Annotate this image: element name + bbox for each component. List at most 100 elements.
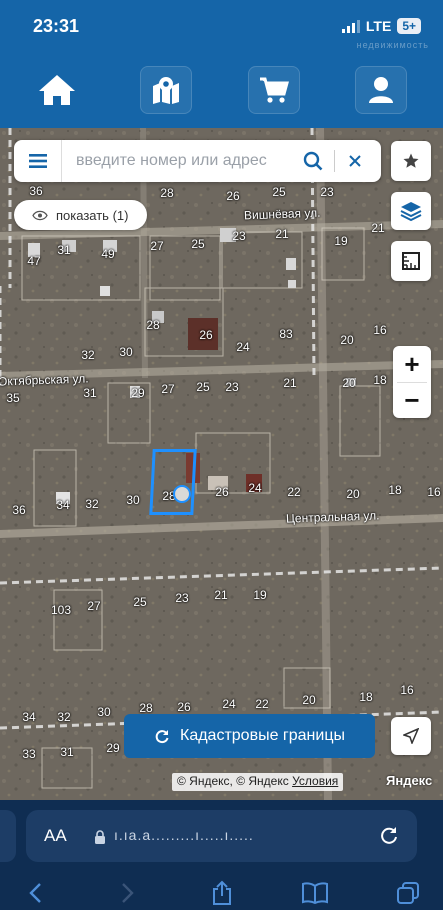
search-button[interactable] xyxy=(300,148,326,174)
plot-number[interactable]: 27 xyxy=(87,599,100,613)
profile-button[interactable] xyxy=(355,66,407,114)
plot-number[interactable]: 83 xyxy=(279,327,292,341)
plot-number[interactable]: 30 xyxy=(119,345,132,359)
share-button[interactable] xyxy=(207,878,237,908)
map-view[interactable]: Вишнёвая ул. Октябрьская ул. Центральная… xyxy=(0,128,443,800)
layers-button[interactable] xyxy=(391,192,431,230)
watermark: недвижимость xyxy=(356,40,429,50)
zoom-controls: + − xyxy=(393,346,431,418)
reader-settings-button[interactable]: AA xyxy=(44,826,67,846)
plot-number[interactable]: 18 xyxy=(359,690,372,704)
tabs-icon xyxy=(397,882,419,904)
plot-number[interactable]: 24 xyxy=(236,340,249,354)
ruler-button[interactable] xyxy=(391,241,431,281)
plot-number[interactable]: 34 xyxy=(56,498,69,512)
plot-number[interactable]: 36 xyxy=(12,503,25,517)
selected-plot-marker[interactable] xyxy=(173,485,191,503)
plot-number[interactable]: 20 xyxy=(346,487,359,501)
star-icon xyxy=(403,153,419,168)
plot-number[interactable]: 21 xyxy=(214,588,227,602)
plot-number[interactable]: 28 xyxy=(139,701,152,715)
app-header xyxy=(0,56,443,128)
plot-number[interactable]: 31 xyxy=(83,386,96,400)
plot-number[interactable]: 26 xyxy=(215,485,228,499)
navigation-arrow-icon xyxy=(403,728,419,744)
reload-icon[interactable] xyxy=(378,824,400,846)
plot-number[interactable]: 20 xyxy=(302,693,315,707)
cart-button[interactable] xyxy=(248,66,300,114)
locate-button[interactable] xyxy=(391,717,431,755)
bookmarks-button[interactable] xyxy=(300,878,330,908)
address-bar[interactable]: AA ı.ıа.а.........ı.....ı..... xyxy=(26,810,417,862)
plot-number[interactable]: 16 xyxy=(400,683,413,697)
plot-number[interactable]: 28 xyxy=(160,186,173,200)
selected-plot-outline[interactable] xyxy=(149,449,197,515)
plot-number[interactable]: 29 xyxy=(131,386,144,400)
plot-number[interactable]: 32 xyxy=(81,348,94,362)
plot-number[interactable]: 26 xyxy=(226,189,239,203)
plot-number[interactable]: 23 xyxy=(175,591,188,605)
plot-number[interactable]: 19 xyxy=(253,588,266,602)
plot-number[interactable]: 30 xyxy=(126,493,139,507)
zoom-out-button[interactable]: − xyxy=(393,382,431,418)
plot-number[interactable]: 32 xyxy=(85,497,98,511)
forward-button[interactable] xyxy=(113,878,143,908)
plot-number[interactable]: 33 xyxy=(22,747,35,761)
plot-number[interactable]: 25 xyxy=(272,185,285,199)
cadastral-boundaries-button[interactable]: Кадастровые границы xyxy=(124,714,375,758)
plot-number[interactable]: 25 xyxy=(191,237,204,251)
clear-button[interactable] xyxy=(341,148,369,174)
back-button[interactable] xyxy=(20,878,50,908)
plot-number[interactable]: 23 xyxy=(225,380,238,394)
plot-number[interactable]: 29 xyxy=(106,741,119,755)
plot-number[interactable]: 34 xyxy=(22,710,35,724)
plot-number[interactable]: 26 xyxy=(177,700,190,714)
map-pin-icon xyxy=(153,77,179,104)
plot-number[interactable]: 26 xyxy=(199,328,212,342)
plot-number[interactable]: 23 xyxy=(320,185,333,199)
previous-tab-preview[interactable] xyxy=(0,810,16,862)
plot-number[interactable]: 25 xyxy=(133,595,146,609)
tabs-button[interactable] xyxy=(393,878,423,908)
plot-number[interactable]: 16 xyxy=(427,485,440,499)
home-icon xyxy=(39,75,75,105)
plot-number[interactable]: 27 xyxy=(161,382,174,396)
plot-number[interactable]: 21 xyxy=(283,376,296,390)
plot-number[interactable]: 24 xyxy=(222,697,235,711)
plot-number[interactable]: 20 xyxy=(340,333,353,347)
favorites-button[interactable] xyxy=(391,141,431,181)
attribution-text: © Яндекс, © Яндекс xyxy=(177,774,293,788)
show-filter-button[interactable]: показать (1) xyxy=(14,200,147,230)
plot-number[interactable]: 103 xyxy=(51,603,71,617)
plot-number[interactable]: 16 xyxy=(373,323,386,337)
plot-number[interactable]: 22 xyxy=(287,485,300,499)
plot-number[interactable]: 35 xyxy=(6,391,19,405)
plot-number[interactable]: 30 xyxy=(97,705,110,719)
terms-link[interactable]: Условия xyxy=(292,774,338,788)
plot-number[interactable]: 18 xyxy=(388,483,401,497)
plot-number[interactable]: 32 xyxy=(57,710,70,724)
plot-number[interactable]: 24 xyxy=(248,481,261,495)
search-input[interactable] xyxy=(76,149,296,173)
refresh-icon xyxy=(155,730,169,744)
zoom-in-button[interactable]: + xyxy=(393,346,431,382)
plot-number[interactable]: 36 xyxy=(29,184,42,198)
plot-number[interactable]: 49 xyxy=(101,247,114,261)
plot-number[interactable]: 31 xyxy=(57,243,70,257)
plot-number[interactable]: 21 xyxy=(275,227,288,241)
plot-number[interactable]: 27 xyxy=(150,239,163,253)
network-label: LTE xyxy=(365,18,392,34)
home-button[interactable] xyxy=(31,66,83,114)
close-icon xyxy=(349,155,361,167)
plot-number[interactable]: 28 xyxy=(146,318,159,332)
plot-number[interactable]: 20 xyxy=(342,376,355,390)
yandex-logo: Яндекс xyxy=(386,773,433,788)
status-indicators: LTE 5+ xyxy=(341,18,421,34)
map-button[interactable] xyxy=(140,66,192,114)
plot-number[interactable]: 47 xyxy=(27,254,40,268)
plot-number[interactable]: 23 xyxy=(232,229,245,243)
menu-button[interactable] xyxy=(14,140,62,182)
plot-number[interactable]: 25 xyxy=(196,380,209,394)
plot-number[interactable]: 31 xyxy=(60,745,73,759)
plot-number[interactable]: 22 xyxy=(255,697,268,711)
